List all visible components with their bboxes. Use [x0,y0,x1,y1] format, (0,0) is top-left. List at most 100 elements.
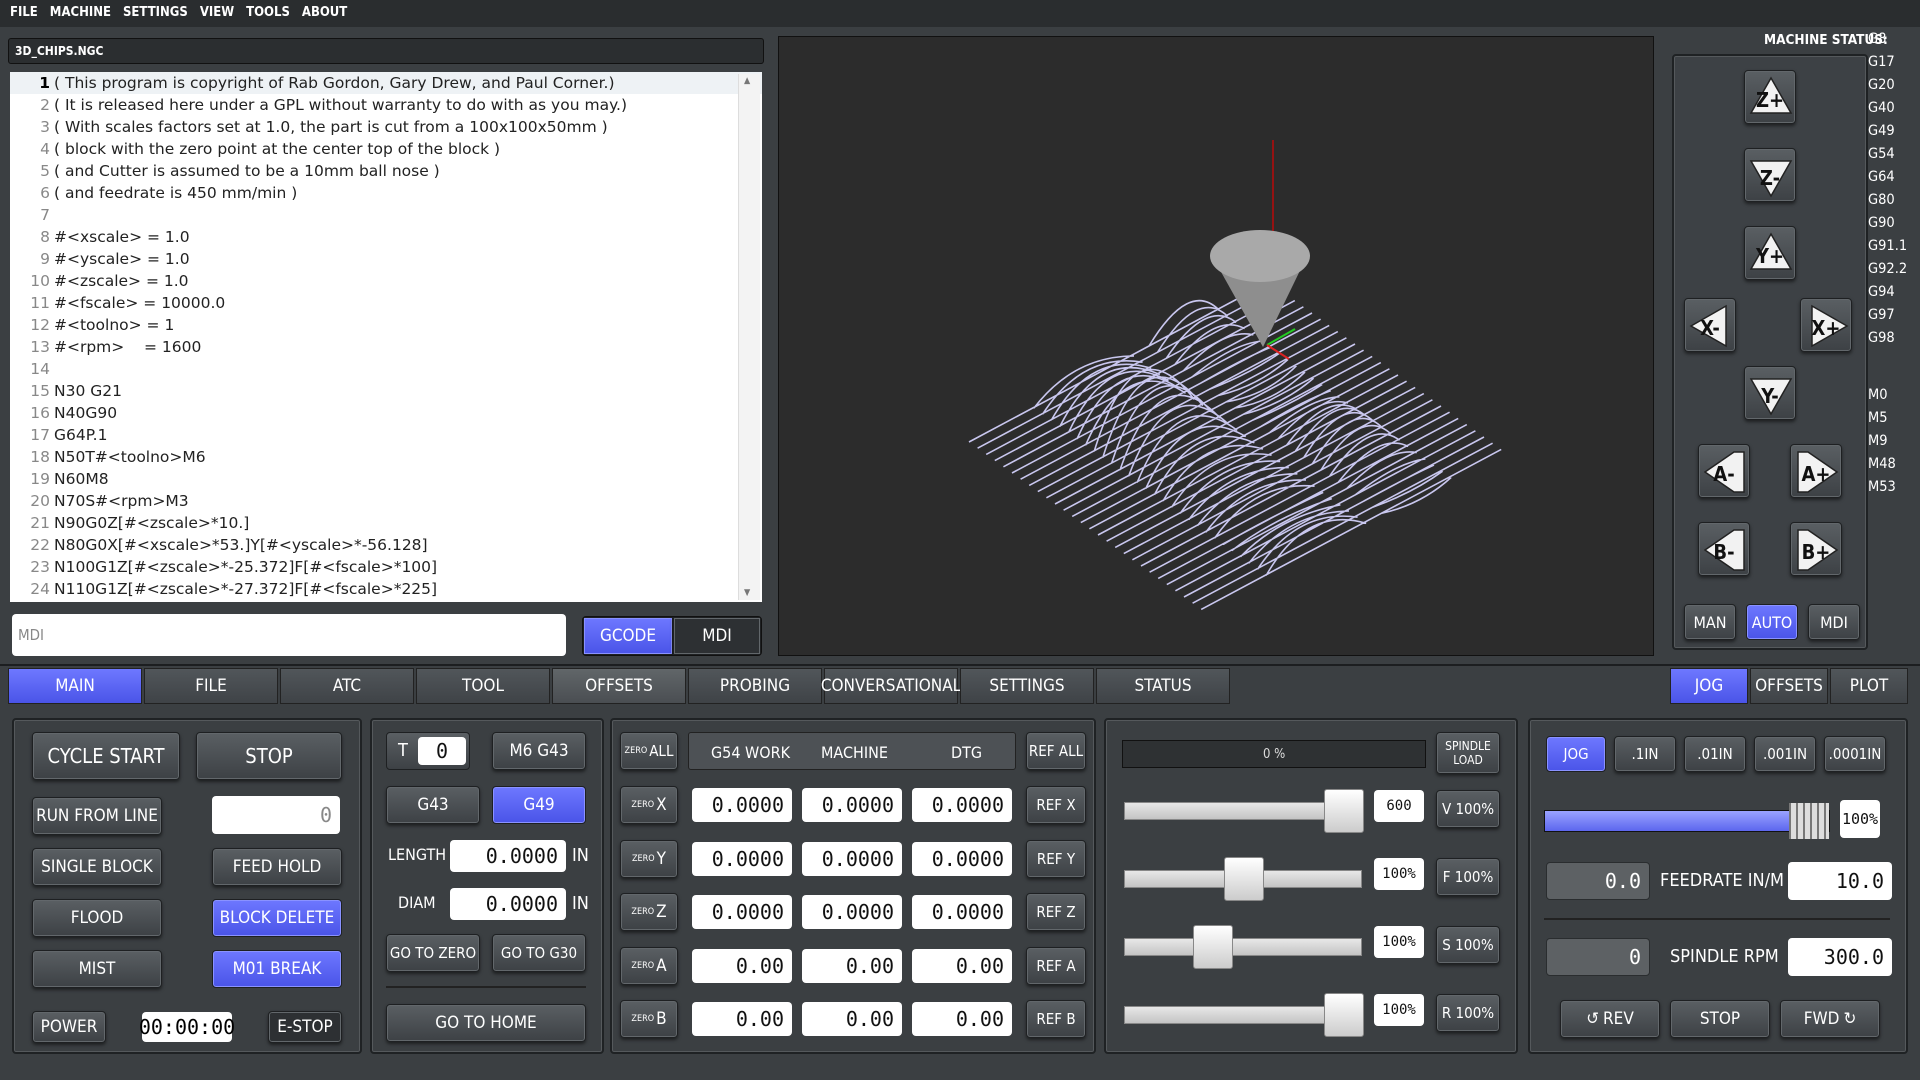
menu-settings[interactable]: SETTINGS [123,5,188,20]
single-block-button[interactable]: SINGLE BLOCK [32,848,162,886]
jog-a-plus-button[interactable]: A+ [1790,444,1842,498]
editor-scrollbar[interactable]: ▲ ▼ [738,74,760,600]
jog-b-minus-button[interactable]: B- [1698,522,1750,576]
feed-override-reset-button[interactable]: F 100% [1436,858,1500,896]
flood-button[interactable]: FLOOD [32,899,162,937]
menu-view[interactable]: VIEW [200,5,234,20]
spindle-override-slider[interactable] [1124,925,1362,969]
right-tab-offsets[interactable]: OFFSETS [1750,668,1828,704]
mode-man-button[interactable]: MAN [1684,604,1736,640]
feed-hold-button[interactable]: FEED HOLD [212,848,342,886]
diam-field[interactable]: 0.0000 [450,888,566,920]
zero-z-button[interactable]: ZERO Z [620,893,678,931]
ref-all-button[interactable]: REF ALL [1026,732,1086,770]
rapid-override-handle[interactable] [1323,993,1364,1037]
feedrate-field[interactable]: 10.0 [1788,862,1892,900]
tab-probing[interactable]: PROBING [688,668,822,704]
jog-label: Z+ [1755,88,1785,112]
menu-tools[interactable]: TOOLS [246,5,290,20]
feed-override-slider[interactable] [1124,857,1362,901]
g49-button[interactable]: G49 [492,786,586,824]
spindle-fwd-button[interactable]: FWD ↻ [1780,1000,1880,1038]
tab-offsets[interactable]: OFFSETS [552,668,686,704]
jog-b-plus-button[interactable]: B+ [1790,522,1842,576]
spindle-stop-button[interactable]: STOP [1670,1000,1770,1038]
run-from-line-button[interactable]: RUN FROM LINE [32,797,162,835]
spindle-override-handle[interactable] [1193,925,1234,969]
power-button[interactable]: POWER [32,1011,106,1043]
zero-b-button[interactable]: ZERO B [620,1000,678,1038]
tab-main[interactable]: MAIN [8,668,142,704]
rapid-override-slider[interactable] [1124,993,1364,1037]
zero-y-button[interactable]: ZERO Y [620,839,678,878]
jog-x-minus-button[interactable]: X- [1684,298,1736,352]
spindle-rev-button[interactable]: ↺ REV [1560,1000,1660,1038]
go-to-zero-button[interactable]: GO TO ZERO [386,934,480,972]
g43-button[interactable]: G43 [386,786,480,824]
tab-tool[interactable]: TOOL [416,668,550,704]
line-number: 23 [30,558,50,576]
rapid-override-reset-button[interactable]: R 100% [1436,994,1500,1032]
jog-increment-0001in[interactable]: .0001IN [1824,736,1886,772]
mist-button[interactable]: MIST [32,950,162,988]
go-to-g30-button[interactable]: GO TO G30 [492,934,586,972]
preview-3d[interactable] [778,36,1654,656]
ref-y-button[interactable]: REF Y [1026,839,1086,878]
length-field[interactable]: 0.0000 [450,840,566,872]
velocity-override-handle[interactable] [1323,789,1364,833]
jog-y-plus-button[interactable]: Y+ [1744,226,1796,280]
jog-z-minus-button[interactable]: Z- [1744,148,1796,202]
jog-a-minus-button[interactable]: A- [1698,444,1750,498]
spindle-override-reset-button[interactable]: S 100% [1436,926,1500,964]
block-delete-button[interactable]: BLOCK DELETE [212,899,342,937]
velocity-override-reset-button[interactable]: V 100% [1436,790,1500,828]
jog-increment-continuous[interactable]: JOG [1546,736,1606,772]
jog-x-plus-button[interactable]: X+ [1800,298,1852,352]
tool-number-field[interactable]: 0 [418,737,466,765]
mdi-input[interactable]: MDI [12,614,566,656]
zero-a-button[interactable]: ZERO A [620,946,678,985]
ref-b-button[interactable]: REF B [1026,1000,1086,1038]
cycle-start-button[interactable]: CYCLE START [32,732,180,780]
tab-atc[interactable]: ATC [280,668,414,704]
tab-file[interactable]: FILE [144,668,278,704]
ref-a-button[interactable]: REF A [1026,946,1086,985]
menu-about[interactable]: ABOUT [302,5,347,20]
tab-settings[interactable]: SETTINGS [960,668,1094,704]
jog-y-minus-button[interactable]: Y- [1744,366,1796,420]
menu-file[interactable]: FILE [10,5,38,20]
e-stop-button[interactable]: E-STOP [268,1011,342,1043]
m6-g43-button[interactable]: M6 G43 [492,732,586,770]
tab-status[interactable]: STATUS [1096,668,1230,704]
ref-z-button[interactable]: REF Z [1026,893,1086,931]
gcode-button[interactable]: GCODE [583,617,673,655]
line-number: 5 [40,162,50,180]
zero-x-button[interactable]: ZERO X [620,786,678,824]
jog-rate-slider[interactable] [1544,803,1830,839]
gcode-editor[interactable]: 1( This program is copyright of Rab Gord… [10,72,762,602]
jog-increment-1in[interactable]: .1IN [1614,736,1676,772]
zero-all-button[interactable]: ZERO ALL [620,732,678,770]
jog-rate-handle[interactable] [1789,803,1829,839]
feed-override-handle[interactable] [1224,857,1264,901]
menu-machine[interactable]: MACHINE [50,5,111,20]
go-to-home-button[interactable]: GO TO HOME [386,1004,586,1042]
right-tab-plot[interactable]: PLOT [1830,668,1908,704]
jog-rate-field[interactable]: 100% [1840,800,1880,838]
m01-break-button[interactable]: M01 BREAK [212,950,342,988]
jog-increment-001in[interactable]: .001IN [1754,736,1816,772]
ref-x-button[interactable]: REF X [1026,786,1086,824]
run-from-line-field[interactable]: 0 [212,796,340,834]
jog-z-plus-button[interactable]: Z+ [1744,70,1796,124]
jog-increment-01in[interactable]: .01IN [1684,736,1746,772]
mode-mdi-button[interactable]: MDI [1808,604,1860,640]
velocity-override-slider[interactable] [1124,789,1364,833]
tab-conversational[interactable]: CONVERSATIONAL [821,668,961,704]
right-tab-jog[interactable]: JOG [1670,668,1748,704]
scroll-down-icon[interactable]: ▼ [744,588,750,598]
scroll-up-icon[interactable]: ▲ [744,76,750,86]
stop-button[interactable]: STOP [196,732,342,780]
mdi-button[interactable]: MDI [673,617,761,655]
spindle-rpm-field[interactable]: 300.0 [1788,938,1892,976]
mode-auto-button[interactable]: AUTO [1746,604,1798,640]
